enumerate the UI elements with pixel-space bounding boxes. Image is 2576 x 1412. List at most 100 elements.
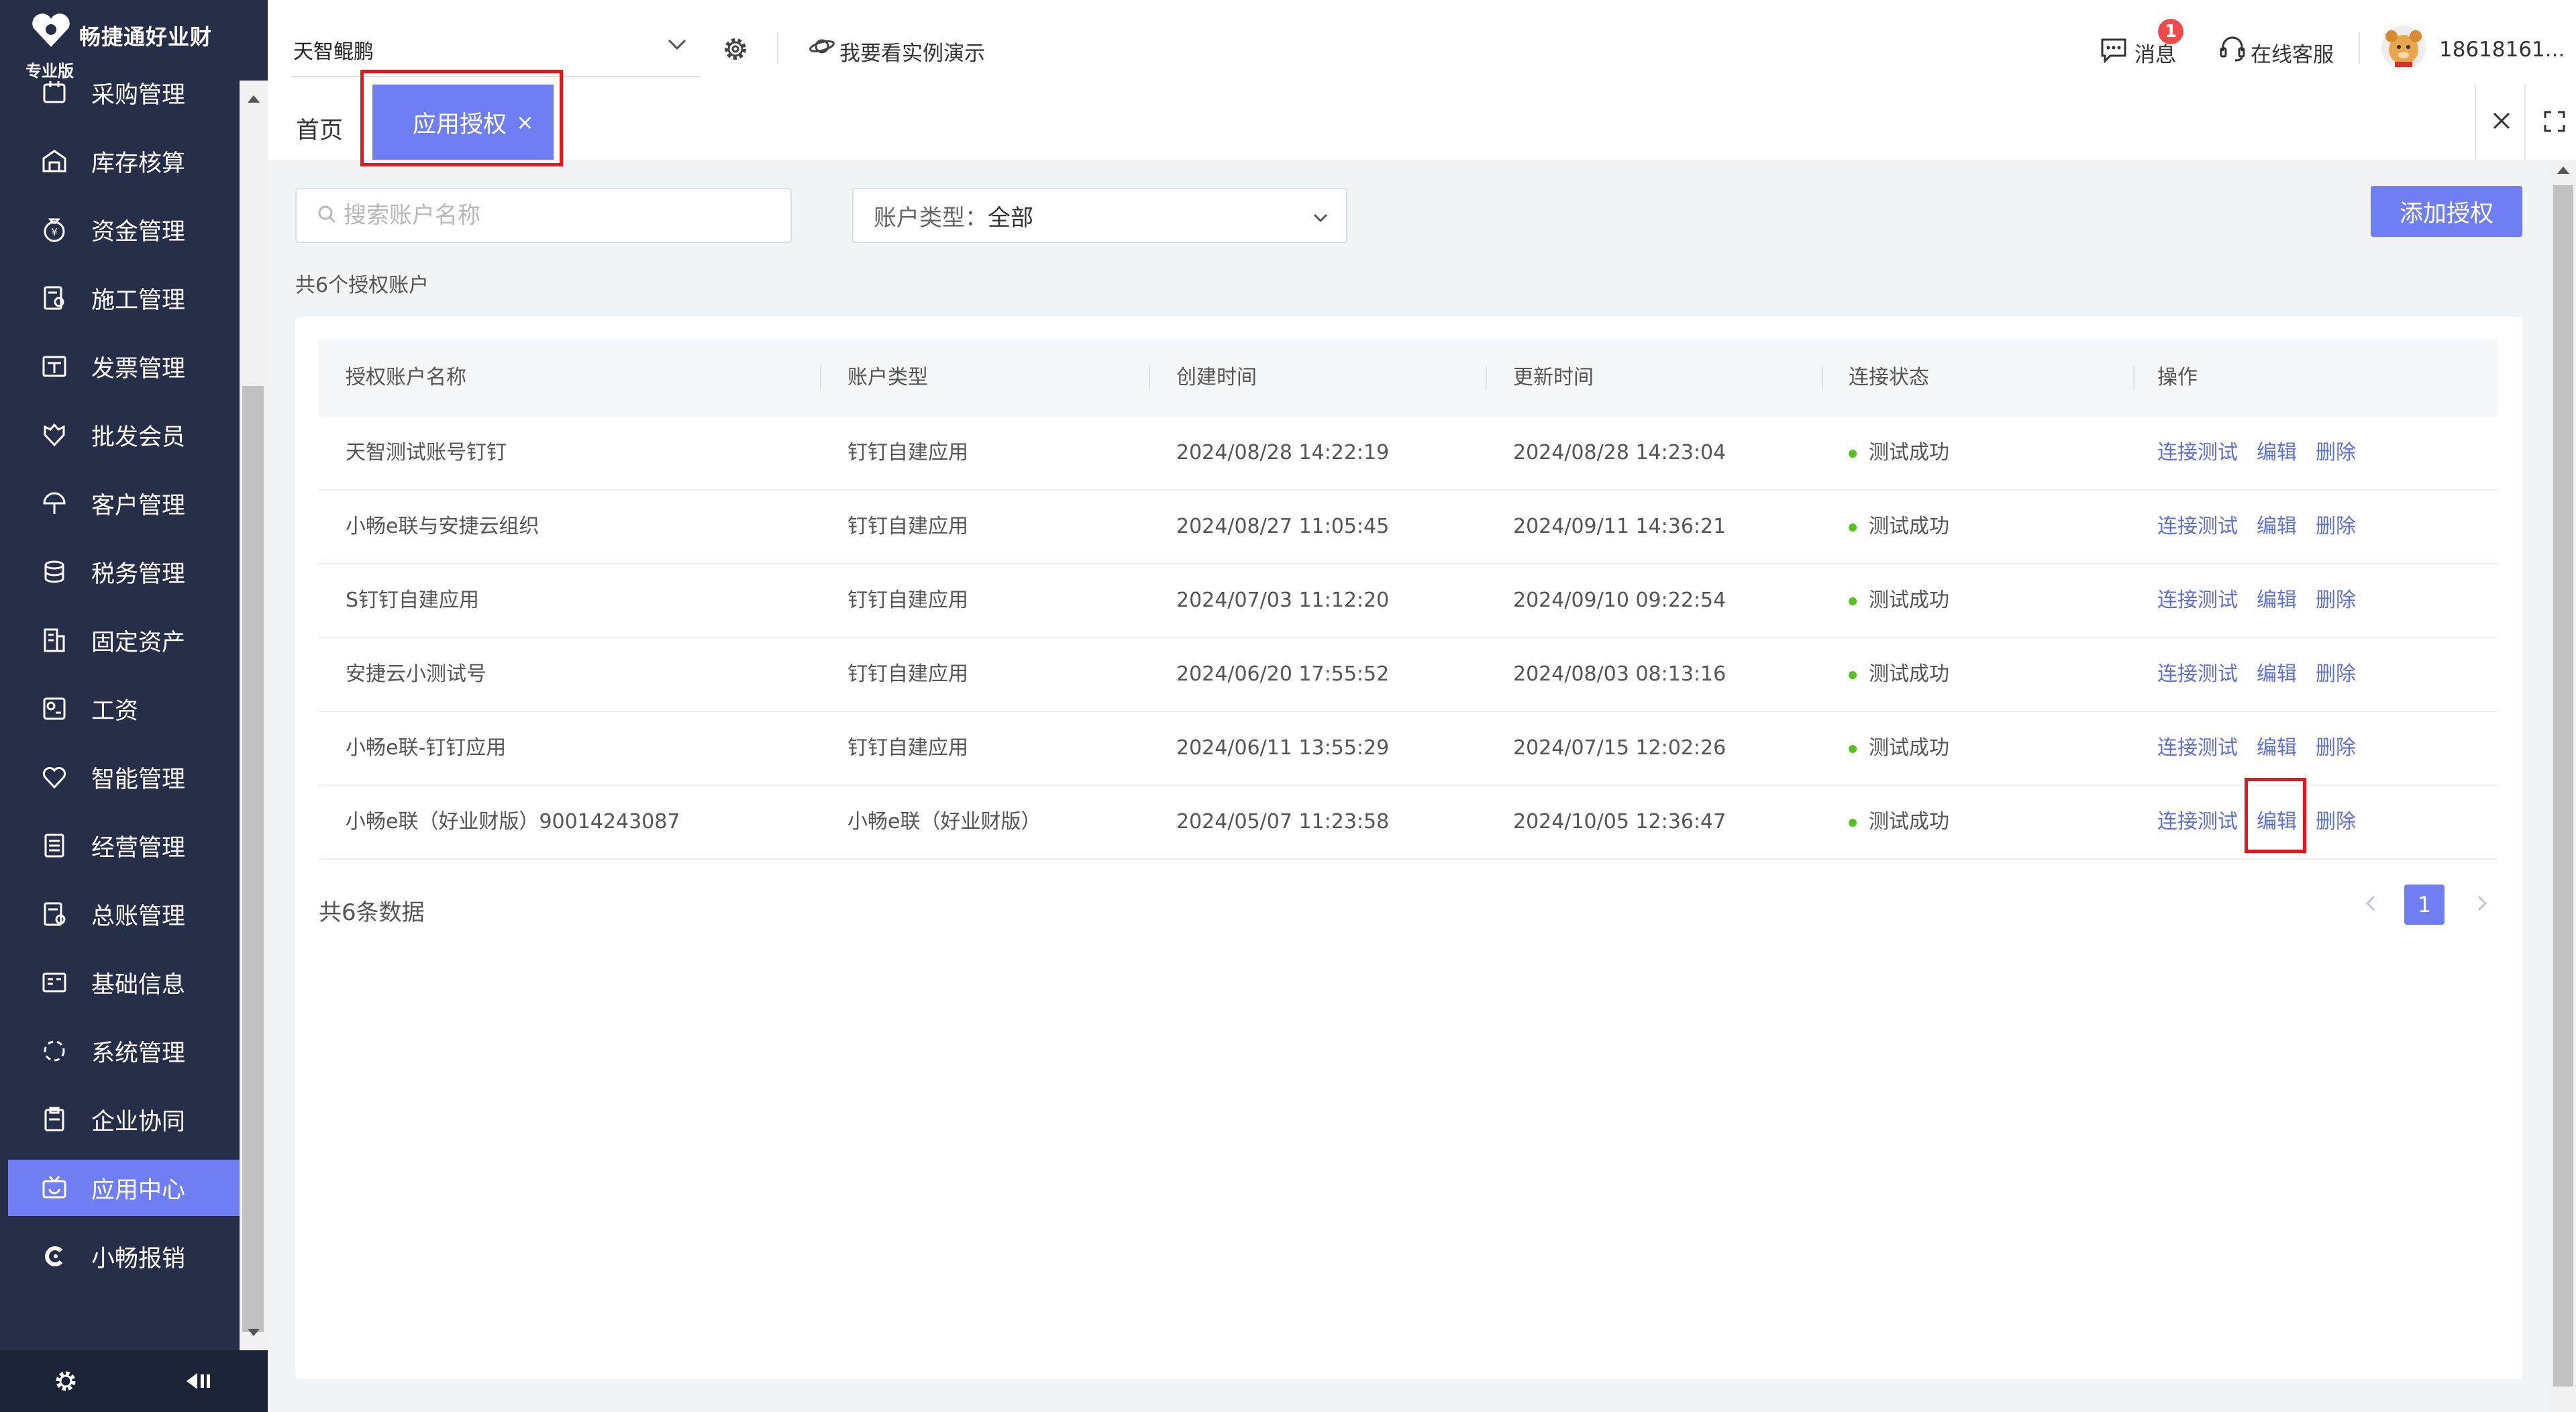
message-icon[interactable] (2100, 36, 2128, 66)
delete-link[interactable]: 删除 (2316, 589, 2356, 612)
scroll-down-arrow-icon[interactable] (248, 1329, 260, 1336)
fullscreen-icon[interactable] (2543, 110, 2566, 136)
sidebar-item-smart[interactable]: 智能管理 (0, 749, 240, 805)
sidebar-item-label: 应用中心 (91, 1176, 186, 1204)
delete-link[interactable]: 删除 (2316, 515, 2356, 538)
scroll-up-arrow-icon[interactable] (2557, 166, 2569, 174)
sidebar-item-funds[interactable]: ¥ 资金管理 (0, 201, 240, 258)
delete-link[interactable]: 删除 (2316, 662, 2356, 686)
pager-prev-icon[interactable] (2362, 894, 2381, 915)
sidebar-item-salary[interactable]: 工资 (0, 680, 240, 737)
edit-link[interactable]: 编辑 (2257, 662, 2297, 686)
collapse-sidebar-icon[interactable] (184, 1368, 217, 1397)
sidebar-item-app-center[interactable]: 应用中心 (8, 1160, 240, 1216)
created-time-cell: 2024/05/07 11:23:58 (1176, 810, 1390, 834)
connection-test-link[interactable]: 连接测试 (2157, 810, 2238, 834)
account-name-cell: 天智测试账号钉钉 (346, 441, 507, 464)
sidebar-item-label: 资金管理 (91, 218, 186, 246)
sidebar: 采购管理 库存核算 ¥ 资金管理 施工管理 发票管理 批发会员 客户管理 税务管… (0, 0, 268, 1412)
search-input[interactable] (344, 202, 746, 229)
sidebar-menu: 采购管理 库存核算 ¥ 资金管理 施工管理 发票管理 批发会员 客户管理 税务管… (0, 67, 240, 1342)
account-name-cell: 安捷云小测试号 (346, 662, 486, 686)
table-row: 天智测试账号钉钉 钉钉自建应用 2024/08/28 14:22:19 2024… (319, 417, 2497, 491)
scroll-up-arrow-icon[interactable] (248, 95, 260, 103)
sidebar-scroll-thumb[interactable] (242, 386, 264, 1332)
delete-link[interactable]: 删除 (2316, 441, 2356, 464)
column-separator (820, 366, 821, 390)
sidebar-item-label: 基础信息 (91, 971, 186, 999)
status-text: 测试成功 (1869, 810, 1949, 834)
sidebar-item-basic-info[interactable]: 基础信息 (0, 954, 240, 1011)
headset-icon[interactable] (2219, 35, 2246, 66)
created-time-cell: 2024/06/20 17:55:52 (1176, 662, 1390, 686)
chevron-down-icon (1311, 207, 1330, 234)
sidebar-item-label: 税务管理 (91, 560, 186, 588)
sidebar-item-tax[interactable]: 税务管理 (0, 544, 240, 600)
pager-page-current[interactable]: 1 (2404, 885, 2444, 925)
status-cell: 测试成功 (1849, 417, 1949, 489)
column-separator (1486, 366, 1487, 390)
connection-test-link[interactable]: 连接测试 (2157, 736, 2238, 760)
sidebar-item-fixed-assets[interactable]: 固定资产 (0, 612, 240, 668)
brand-logo-icon (30, 12, 72, 50)
edit-link[interactable]: 编辑 (2257, 589, 2297, 612)
page-scroll-thumb[interactable] (2553, 185, 2573, 1386)
created-time-cell: 2024/08/27 11:05:45 (1176, 515, 1390, 538)
sidebar-item-construction[interactable]: 施工管理 (0, 270, 240, 326)
updated-time-cell: 2024/09/10 09:22:54 (1513, 589, 1727, 612)
account-name-cell: 小畅e联-钉钉应用 (346, 736, 507, 760)
edit-link[interactable]: 编辑 (2257, 736, 2297, 760)
sidebar-item-system[interactable]: 系统管理 (0, 1023, 240, 1079)
avatar[interactable] (2380, 24, 2427, 74)
sidebar-item-collaboration[interactable]: 企业协同 (0, 1091, 240, 1148)
delete-link[interactable]: 删除 (2316, 810, 2356, 834)
online-service-label[interactable]: 在线客服 (2251, 38, 2334, 68)
demo-link[interactable]: 我要看实例演示 (839, 36, 985, 66)
column-header: 连接状态 (1849, 366, 1929, 389)
sidebar-item-label: 库存核算 (91, 150, 186, 177)
sidebar-item-reimbursement[interactable]: 小畅报销 (0, 1228, 240, 1284)
loading-circle-icon (39, 1036, 70, 1066)
connection-test-link[interactable]: 连接测试 (2157, 662, 2238, 686)
gear-icon[interactable] (52, 1368, 79, 1397)
edit-link[interactable]: 编辑 (2257, 515, 2297, 538)
created-time-cell: 2024/06/11 13:55:29 (1176, 736, 1390, 760)
connection-test-link[interactable]: 连接测试 (2157, 589, 2238, 612)
pager-next-icon[interactable] (2472, 894, 2491, 915)
updated-time-cell: 2024/08/28 14:23:04 (1513, 441, 1727, 464)
id-card-icon (39, 967, 70, 998)
sidebar-item-ledger[interactable]: 总账管理 (0, 886, 240, 942)
connection-test-link[interactable]: 连接测试 (2157, 441, 2238, 464)
status-cell: 测试成功 (1849, 564, 1949, 637)
ledger-icon (39, 899, 70, 929)
updated-time-cell: 2024/08/03 08:13:16 (1513, 662, 1727, 686)
close-all-tabs-icon[interactable] (2491, 110, 2512, 134)
sidebar-item-customer[interactable]: 客户管理 (0, 475, 240, 532)
account-type-select[interactable]: 账户类型： 全部 (852, 188, 1347, 243)
delete-link[interactable]: 删除 (2316, 736, 2356, 760)
column-separator (1149, 366, 1150, 390)
highlight-box-edit (2245, 778, 2306, 853)
sidebar-scrollbar[interactable] (240, 81, 268, 1350)
settings-gear-icon[interactable] (721, 35, 750, 66)
header-divider (777, 32, 778, 64)
chevron-down-icon[interactable] (667, 38, 687, 54)
sidebar-item-invoice[interactable]: 发票管理 (0, 338, 240, 395)
sidebar-item-wholesale-member[interactable]: 批发会员 (0, 407, 240, 463)
company-name[interactable]: 天智鲲鹏 (293, 35, 374, 64)
total-records-text: 共6条数据 (319, 899, 425, 926)
sidebar-item-label: 批发会员 (91, 423, 186, 451)
page-scrollbar[interactable] (2551, 160, 2576, 1412)
edit-link[interactable]: 编辑 (2257, 441, 2297, 464)
tab-home[interactable]: 首页 (296, 111, 343, 146)
column-separator (2133, 366, 2134, 390)
add-authorization-button[interactable]: 添加授权 (2371, 186, 2522, 237)
created-time-cell: 2024/07/03 11:12:20 (1176, 589, 1390, 612)
status-dot-icon (1849, 670, 1857, 679)
search-field[interactable] (295, 188, 792, 243)
sidebar-item-label: 客户管理 (91, 492, 186, 519)
connection-test-link[interactable]: 连接测试 (2157, 515, 2238, 538)
sidebar-item-business[interactable]: 经营管理 (0, 817, 240, 874)
sidebar-item-inventory[interactable]: 库存核算 (0, 133, 240, 189)
user-name[interactable]: 18618161... (2439, 38, 2565, 62)
